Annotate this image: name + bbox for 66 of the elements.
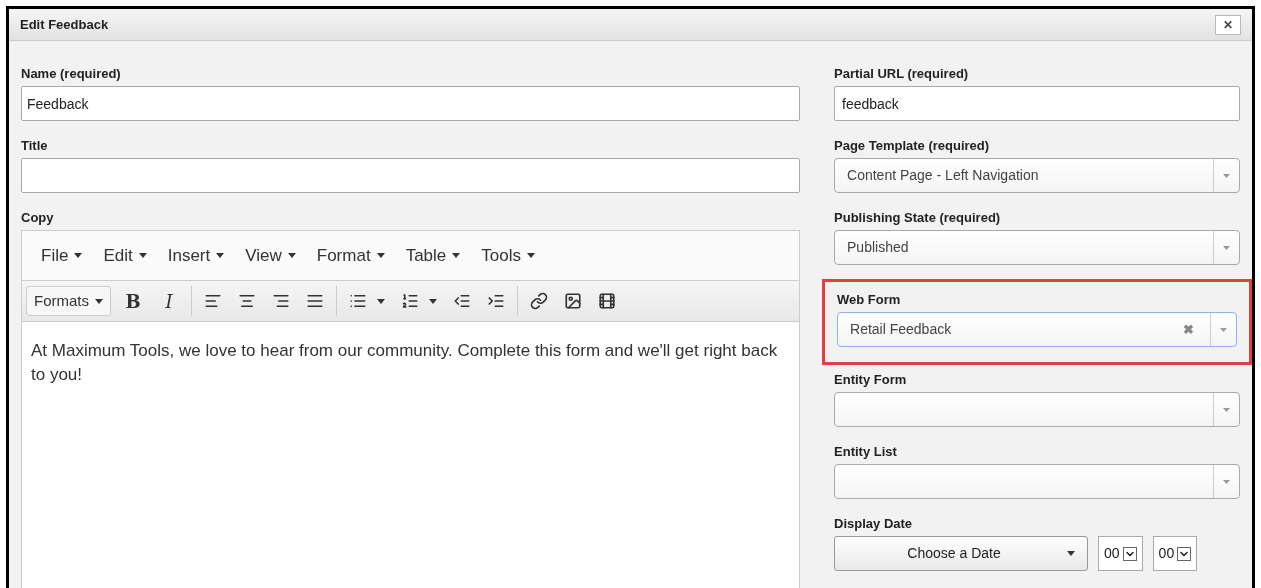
caret-icon: [138, 253, 147, 258]
select-value: Retail Feedback: [850, 321, 952, 337]
menu-item[interactable]: Table: [396, 242, 470, 269]
menu-item[interactable]: Format: [307, 242, 394, 269]
justify-icon: [306, 292, 324, 310]
caret-icon: [1067, 551, 1076, 556]
caret-icon: [287, 253, 296, 258]
field-label: Copy: [21, 210, 55, 226]
caret-icon: [1223, 173, 1230, 178]
bullet-list-icon: [349, 292, 367, 310]
caret-icon: [1223, 407, 1230, 412]
minute-select[interactable]: 00: [1152, 536, 1198, 571]
select-field[interactable]: Published: [834, 230, 1240, 265]
align-center-icon: [238, 292, 256, 310]
field-label: Title: [21, 138, 49, 154]
dialog-title: Edit Feedback: [20, 15, 109, 34]
chevron-down-icon: [1177, 546, 1192, 561]
field-label: Page Template (required): [834, 138, 991, 154]
menu-item[interactable]: Edit: [94, 242, 156, 269]
select-value: Content Page - Left Navigation: [847, 167, 1039, 183]
chevron-down-icon: [1122, 546, 1137, 561]
caret-icon: [74, 253, 83, 258]
close-button[interactable]: ✕: [1215, 14, 1241, 35]
text-field[interactable]: feedback: [834, 86, 1240, 121]
caret-icon: [216, 253, 225, 258]
title-field[interactable]: [21, 158, 801, 193]
caret-icon: [1220, 327, 1227, 332]
field-label: Partial URL (required): [834, 66, 970, 82]
align-left-icon: [204, 292, 222, 310]
align-right-icon: [272, 292, 290, 310]
name-field[interactable]: Feedback: [21, 86, 801, 121]
caret-icon: [1223, 245, 1230, 250]
field-label: Name (required): [21, 66, 122, 82]
outdent-icon: [453, 292, 471, 310]
indent-icon: [487, 292, 505, 310]
caret-icon: [95, 298, 103, 304]
select-field[interactable]: [834, 464, 1240, 499]
field-label: Display Date: [834, 516, 914, 532]
date-picker-button[interactable]: Choose a Date: [834, 536, 1089, 571]
select-field[interactable]: [834, 392, 1240, 427]
caret-icon: [452, 253, 461, 258]
field-label: Publishing State (required): [834, 210, 1002, 226]
field-label: Web Form: [837, 292, 902, 308]
caret-icon: [1223, 479, 1230, 484]
caret-icon: [376, 253, 385, 258]
film-icon: [598, 292, 616, 310]
italic-button[interactable]: I: [151, 286, 187, 316]
select-value: Published: [847, 239, 909, 255]
field-label: Entity Form: [834, 372, 908, 388]
caret-icon: [377, 298, 385, 304]
formats-dropdown[interactable]: Formats: [26, 286, 111, 316]
menu-item[interactable]: Insert: [158, 242, 234, 269]
select-field[interactable]: Content Page - Left Navigation: [834, 158, 1240, 193]
editor-body-text: At Maximum Tools, we love to hear from our community. Complete this form and we'll get right back to you!: [30, 340, 779, 386]
caret-icon: [526, 253, 535, 258]
hour-select[interactable]: 00: [1098, 536, 1143, 571]
menu-item[interactable]: File: [32, 242, 92, 269]
field-label: Entity List: [834, 444, 898, 460]
numbered-list-icon: [401, 292, 419, 310]
menu-item[interactable]: View: [236, 242, 305, 269]
menu-item[interactable]: Tools: [472, 242, 544, 269]
bold-button[interactable]: B: [115, 286, 151, 316]
image-icon: [564, 292, 582, 310]
select-field[interactable]: Retail Feedback ✖: [837, 312, 1237, 347]
caret-icon: [429, 298, 437, 304]
link-icon: [530, 292, 548, 310]
